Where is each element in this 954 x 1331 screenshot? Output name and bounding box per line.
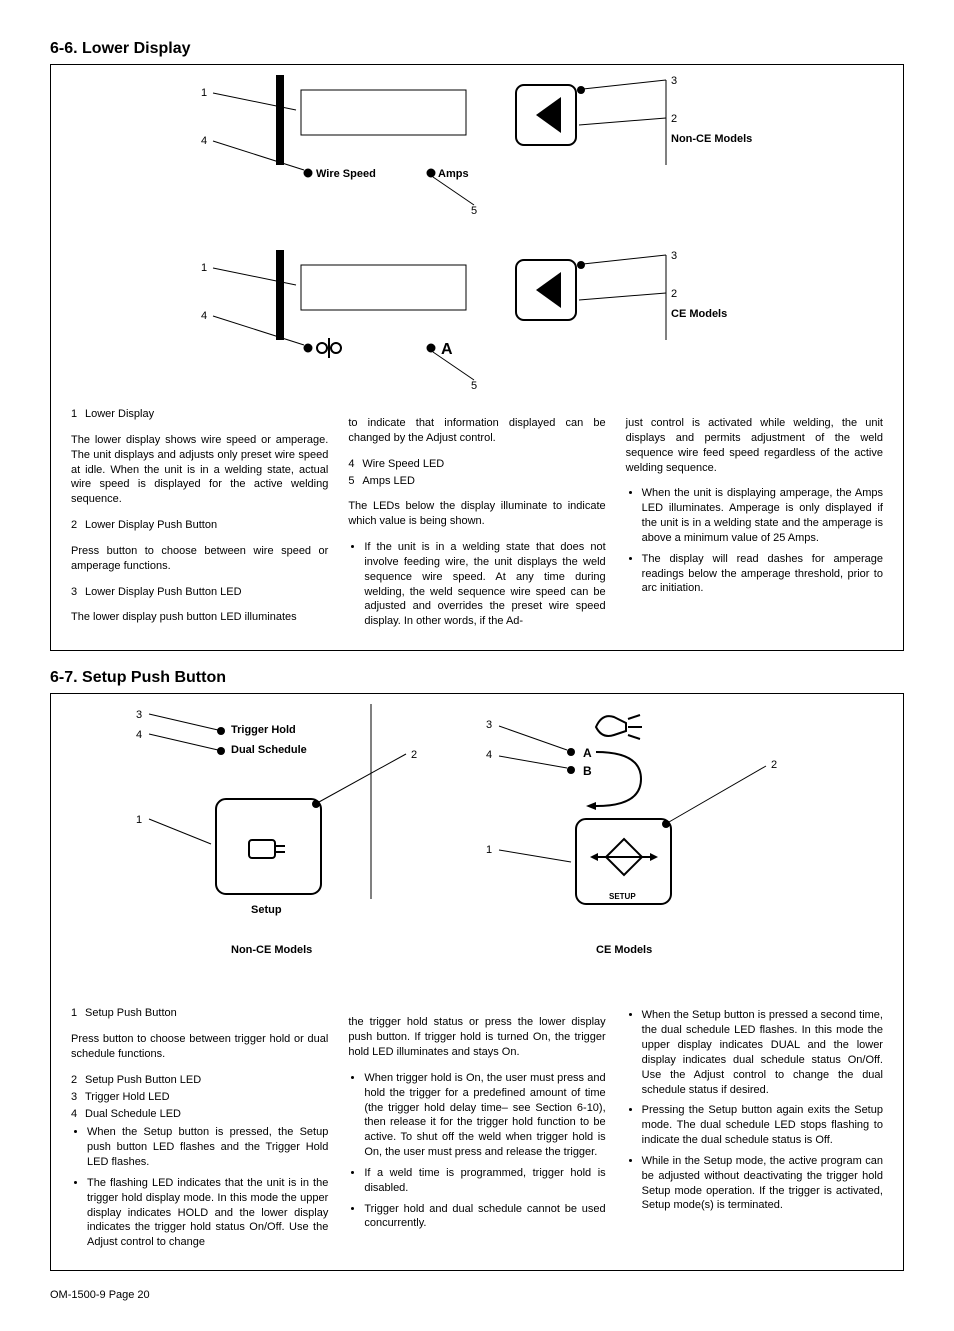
- leg-txt: Lower Display Push Button: [85, 519, 217, 531]
- text-columns-6-6: 1Lower Display The lower display shows w…: [71, 405, 883, 636]
- label-ce-2: CE Models: [596, 944, 652, 956]
- leg-txt: Amps LED: [362, 475, 415, 487]
- diagram-lower-display: 1 4 5 3 2 Non-CE Models Wire Speed Amps …: [71, 75, 883, 405]
- callout-3r: 3: [486, 719, 492, 731]
- leg-num: 1: [71, 1006, 85, 1021]
- leg-txt: Lower Display: [85, 408, 154, 420]
- callout-3a: 3: [671, 75, 677, 87]
- label-setup: Setup: [251, 904, 282, 916]
- leg-txt: Lower Display Push Button LED: [85, 586, 242, 598]
- bullet: If the unit is in a welding state that d…: [364, 540, 605, 629]
- bullet: When the Setup button is pressed a secon…: [642, 1008, 883, 1097]
- callout-1b: 1: [201, 262, 207, 274]
- label-non-ce-2: Non-CE Models: [231, 944, 312, 956]
- callout-4r: 4: [486, 749, 492, 761]
- col-2: the trigger hold status or press the low…: [348, 1004, 605, 1256]
- callout-2r: 2: [771, 759, 777, 771]
- bullet: While in the Setup mode, the active prog…: [642, 1154, 883, 1213]
- col-1: 1Lower Display The lower display shows w…: [71, 405, 328, 636]
- label-ce-1: CE Models: [671, 308, 727, 320]
- callout-5b: 5: [471, 380, 477, 392]
- leg-num: 4: [71, 1107, 85, 1122]
- leg-txt: Setup Push Button: [85, 1007, 177, 1019]
- col-3: When the Setup button is pressed a secon…: [626, 1004, 883, 1256]
- leg-txt: Wire Speed LED: [362, 458, 444, 470]
- para: Press button to choose between wire spee…: [71, 544, 328, 574]
- para: The LEDs below the display illuminate to…: [348, 499, 605, 529]
- leg-num: 3: [71, 1090, 85, 1105]
- callout-1r: 1: [486, 844, 492, 856]
- svg-text:SETUP: SETUP: [609, 892, 636, 901]
- leg-num: 5: [348, 474, 362, 489]
- section-6-6-heading: 6-6. Lower Display: [50, 40, 904, 58]
- callout-4: 4: [136, 729, 142, 741]
- leg-num: 3: [71, 585, 85, 600]
- figure-6-6: 1 4 5 3 2 Non-CE Models Wire Speed Amps …: [50, 64, 904, 651]
- col-3: just control is activated while welding,…: [626, 405, 883, 636]
- bullet: The flashing LED indicates that the unit…: [87, 1176, 328, 1250]
- label-B: B: [583, 764, 592, 778]
- callout-3b: 3: [671, 250, 677, 262]
- leg-txt: Setup Push Button LED: [85, 1074, 201, 1086]
- bullet: If a weld time is programmed, trigger ho…: [364, 1166, 605, 1196]
- callout-2: 2: [411, 749, 417, 761]
- diagram-svg-1: A: [71, 75, 871, 405]
- para: the trigger hold status or press the low…: [348, 1015, 605, 1060]
- bullet: When trigger hold is On, the user must p…: [364, 1071, 605, 1160]
- para: The lower display push button LED illumi…: [71, 610, 328, 625]
- callout-2b: 2: [671, 288, 677, 300]
- callout-4a: 4: [201, 135, 207, 147]
- callout-1a: 1: [201, 87, 207, 99]
- leg-txt: Dual Schedule LED: [85, 1108, 181, 1120]
- callout-1: 1: [136, 814, 142, 826]
- callout-2a: 2: [671, 113, 677, 125]
- col-1: 1Setup Push Button Press button to choos…: [71, 1004, 328, 1256]
- figure-6-7: 3 4 1 2 Trigger Hold Dual Schedule Setup…: [50, 693, 904, 1271]
- bullet: Trigger hold and dual schedule cannot be…: [364, 1202, 605, 1232]
- bullet: Pressing the Setup button again exits th…: [642, 1103, 883, 1148]
- para: to indicate that information displayed c…: [348, 416, 605, 446]
- para: The lower display shows wire speed or am…: [71, 433, 328, 507]
- callout-5a: 5: [471, 205, 477, 217]
- page-footer: OM-1500-9 Page 20: [50, 1289, 904, 1301]
- para: Press button to choose between trigger h…: [71, 1032, 328, 1062]
- leg-num: 2: [71, 1073, 85, 1088]
- leg-num: 4: [348, 457, 362, 472]
- para: just control is activated while welding,…: [626, 416, 883, 475]
- label-non-ce-1: Non-CE Models: [671, 133, 752, 145]
- section-6-7-heading: 6-7. Setup Push Button: [50, 669, 904, 687]
- label-wire-speed: Wire Speed: [316, 168, 376, 180]
- callout-4b: 4: [201, 310, 207, 322]
- leg-txt: Trigger Hold LED: [85, 1091, 170, 1103]
- bullet: When the Setup button is pressed, the Se…: [87, 1125, 328, 1170]
- label-amps: Amps: [438, 168, 469, 180]
- bullet: When the unit is displaying amperage, th…: [642, 486, 883, 545]
- col-2: to indicate that information displayed c…: [348, 405, 605, 636]
- callout-3: 3: [136, 709, 142, 721]
- leg-num: 2: [71, 518, 85, 533]
- leg-num: 1: [71, 407, 85, 422]
- label-dual-schedule: Dual Schedule: [231, 744, 307, 756]
- diagram-setup: 3 4 1 2 Trigger Hold Dual Schedule Setup…: [71, 704, 883, 1004]
- diagram-svg-2: A B SETUP: [71, 704, 871, 984]
- bullet: The display will read dashes for amperag…: [642, 552, 883, 597]
- label-A: A: [583, 746, 592, 760]
- text-columns-6-7: 1Setup Push Button Press button to choos…: [71, 1004, 883, 1256]
- svg-text:A: A: [441, 341, 453, 358]
- label-trigger-hold: Trigger Hold: [231, 724, 296, 736]
